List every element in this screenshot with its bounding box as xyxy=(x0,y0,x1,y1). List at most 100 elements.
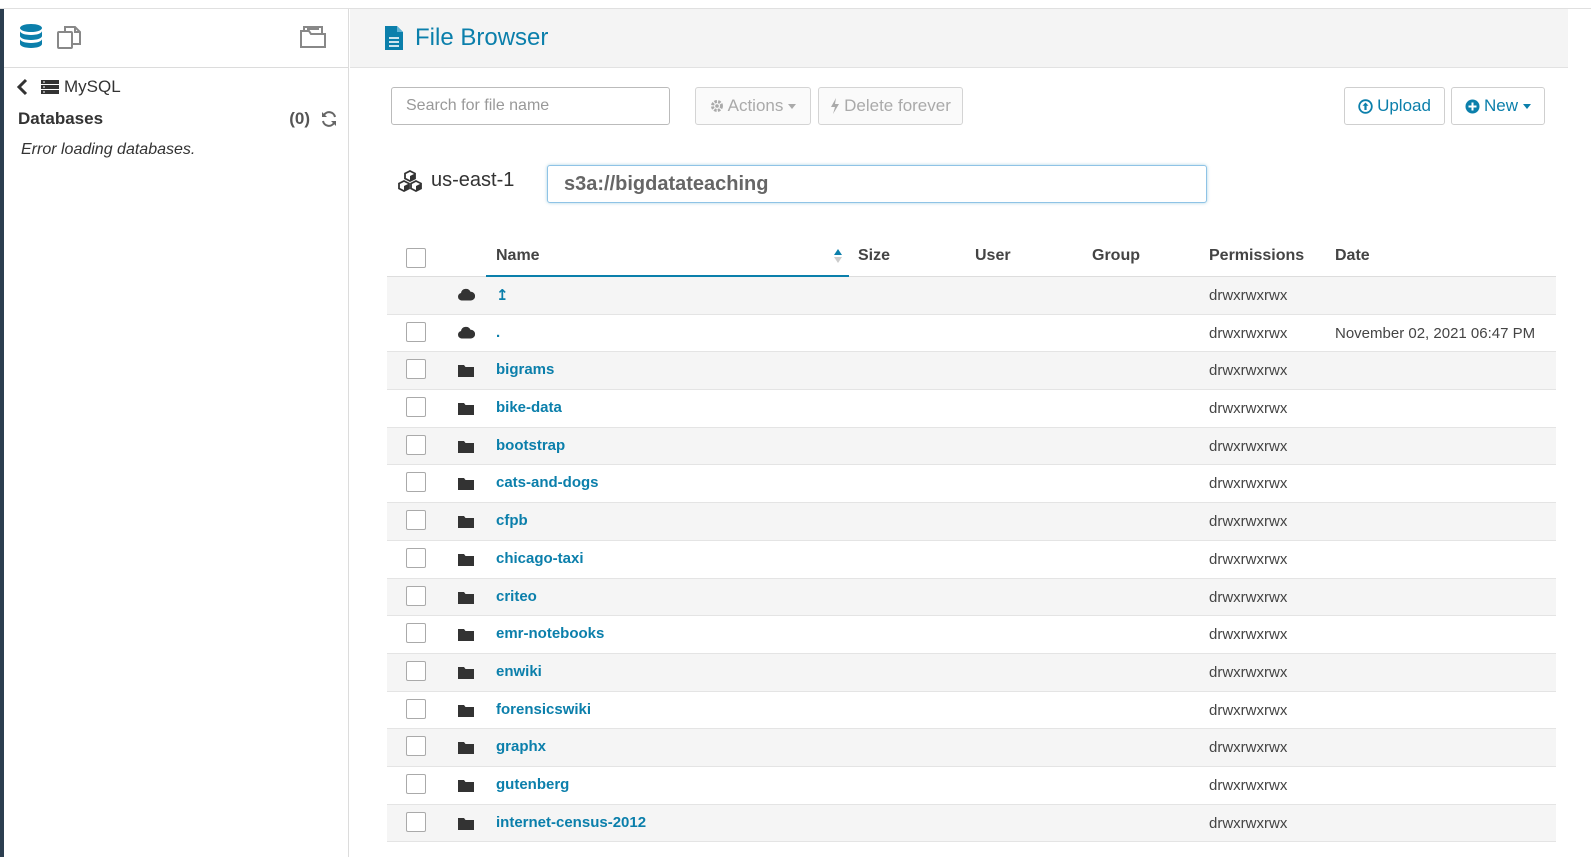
row-checkbox[interactable] xyxy=(406,698,426,719)
top-strip xyxy=(0,0,1591,9)
row-checkbox[interactable] xyxy=(406,736,426,757)
permissions-cell: drwxrwxrwx xyxy=(1209,588,1288,606)
file-browser-main: File Browser Actions Delete forever Uplo… xyxy=(350,9,1568,857)
databases-header: Databases (0) xyxy=(18,109,338,129)
column-size[interactable]: Size xyxy=(858,247,890,265)
permissions-cell: drwxrwxrwx xyxy=(1209,663,1288,681)
row-checkbox[interactable] xyxy=(406,773,426,794)
permissions-cell: drwxrwxrwx xyxy=(1209,776,1288,794)
search-input[interactable] xyxy=(391,87,670,125)
file-name-link[interactable]: cfpb xyxy=(496,512,528,529)
column-name[interactable]: Name xyxy=(496,247,540,265)
folder-icon xyxy=(457,740,475,755)
sort-up-icon[interactable] xyxy=(833,248,843,264)
row-checkbox[interactable] xyxy=(406,585,426,606)
table-row[interactable]: cfpb drwxrwxrwx xyxy=(387,503,1556,541)
upload-icon xyxy=(1358,98,1373,114)
folder-icon xyxy=(457,363,475,378)
table-row[interactable]: enwiki drwxrwxrwx xyxy=(387,653,1556,692)
file-name-link[interactable]: graphx xyxy=(496,738,546,755)
delete-forever-button[interactable]: Delete forever xyxy=(818,87,963,125)
cubes-icon xyxy=(398,169,422,192)
file-name-link[interactable]: bike-data xyxy=(496,399,562,416)
row-checkbox[interactable] xyxy=(406,510,426,531)
table-row[interactable]: bootstrap drwxrwxrwx xyxy=(387,427,1556,466)
actions-label: Actions xyxy=(727,96,784,115)
table-row[interactable]: bigrams drwxrwxrwx xyxy=(387,352,1556,391)
path-input[interactable] xyxy=(547,165,1207,203)
row-checkbox[interactable] xyxy=(406,811,426,832)
folder-icon xyxy=(457,552,475,567)
page-title: File Browser xyxy=(415,24,549,51)
delete-label: Delete forever xyxy=(844,96,951,115)
table-row[interactable]: forensicswiki drwxrwxrwx xyxy=(387,692,1556,730)
row-checkbox[interactable] xyxy=(406,397,426,418)
plus-circle-icon xyxy=(1465,99,1480,113)
permissions-cell: drwxrwxrwx xyxy=(1209,513,1288,531)
select-all-checkbox[interactable] xyxy=(406,248,426,268)
file-name-link[interactable]: bootstrap xyxy=(496,437,565,454)
permissions-cell: drwxrwxrwx xyxy=(1209,701,1288,719)
folder-icon xyxy=(457,590,475,605)
row-checkbox[interactable] xyxy=(406,472,426,493)
table-row[interactable]: bike-data drwxrwxrwx xyxy=(387,390,1556,428)
scroll-gutter xyxy=(1568,9,1591,857)
table-row[interactable]: internet-census-2012 drwxrwxrwx xyxy=(387,804,1556,843)
file-name-link[interactable]: forensicswiki xyxy=(496,701,591,718)
table-row[interactable]: chicago-taxi drwxrwxrwx xyxy=(387,541,1556,579)
table-body: ↥ drwxrwxrwx. drwxrwxrwx November 02, 2021 … xyxy=(387,277,1556,843)
table-row[interactable]: graphx drwxrwxrwx xyxy=(387,729,1556,767)
table-row[interactable]: emr-notebooks drwxrwxrwx xyxy=(387,616,1556,654)
folder-icon xyxy=(457,778,475,793)
folder-open-icon[interactable] xyxy=(298,23,326,51)
row-checkbox[interactable] xyxy=(406,434,426,455)
breadcrumb-back[interactable]: MySQL xyxy=(16,77,121,97)
file-name-link[interactable]: internet-census-2012 xyxy=(496,814,646,831)
file-name-link[interactable]: ↥ xyxy=(496,286,509,304)
chevron-left-icon[interactable] xyxy=(16,78,30,96)
file-name-link[interactable]: cats-and-dogs xyxy=(496,474,599,491)
table-header: Name Size User Group Permissions Date xyxy=(387,239,1556,277)
file-name-link[interactable]: chicago-taxi xyxy=(496,550,584,567)
file-name-link[interactable]: bigrams xyxy=(496,361,554,378)
row-checkbox[interactable] xyxy=(406,660,426,681)
upload-button[interactable]: Upload xyxy=(1344,87,1445,125)
gear-icon xyxy=(710,100,723,112)
new-button[interactable]: New xyxy=(1451,87,1545,125)
table-row[interactable]: gutenberg drwxrwxrwx xyxy=(387,767,1556,805)
actions-button[interactable]: Actions xyxy=(695,87,811,125)
permissions-cell: drwxrwxrwx xyxy=(1209,324,1288,342)
connection-name: MySQL xyxy=(64,77,121,96)
databases-error: Error loading databases. xyxy=(21,141,196,158)
app-window: MySQL Databases (0) Error loading databa… xyxy=(0,0,1591,857)
file-name-link[interactable]: . xyxy=(496,324,500,341)
left-assist-panel: MySQL Databases (0) Error loading databa… xyxy=(4,9,349,857)
row-checkbox[interactable] xyxy=(406,359,426,380)
databases-label: Databases xyxy=(18,109,104,128)
file-name-link[interactable]: gutenberg xyxy=(496,776,569,793)
column-date[interactable]: Date xyxy=(1335,247,1370,265)
copy-icon[interactable] xyxy=(55,23,83,51)
table-row[interactable]: cats-and-dogs drwxrwxrwx xyxy=(387,465,1556,504)
permissions-cell: drwxrwxrwx xyxy=(1209,362,1288,380)
file-name-link[interactable]: emr-notebooks xyxy=(496,625,604,642)
file-name-link[interactable]: criteo xyxy=(496,588,537,605)
row-checkbox[interactable] xyxy=(406,321,426,342)
permissions-cell: drwxrwxrwx xyxy=(1209,550,1288,568)
folder-icon xyxy=(457,816,475,831)
table-row[interactable]: criteo drwxrwxrwx xyxy=(387,578,1556,617)
upload-label: Upload xyxy=(1377,96,1431,115)
row-checkbox[interactable] xyxy=(406,547,426,568)
refresh-icon[interactable] xyxy=(320,110,338,128)
column-user[interactable]: User xyxy=(975,247,1011,265)
column-permissions[interactable]: Permissions xyxy=(1209,247,1304,265)
permissions-cell: drwxrwxrwx xyxy=(1209,475,1288,493)
file-icon xyxy=(385,26,403,50)
row-checkbox[interactable] xyxy=(406,623,426,644)
database-icon[interactable] xyxy=(18,23,46,51)
file-name-link[interactable]: enwiki xyxy=(496,663,542,680)
table-row[interactable]: . drwxrwxrwx November 02, 2021 06:47 PM xyxy=(387,315,1556,353)
region-selector[interactable]: us-east-1 xyxy=(397,169,514,192)
column-group[interactable]: Group xyxy=(1092,247,1140,265)
table-row[interactable]: ↥ drwxrwxrwx xyxy=(387,277,1556,315)
